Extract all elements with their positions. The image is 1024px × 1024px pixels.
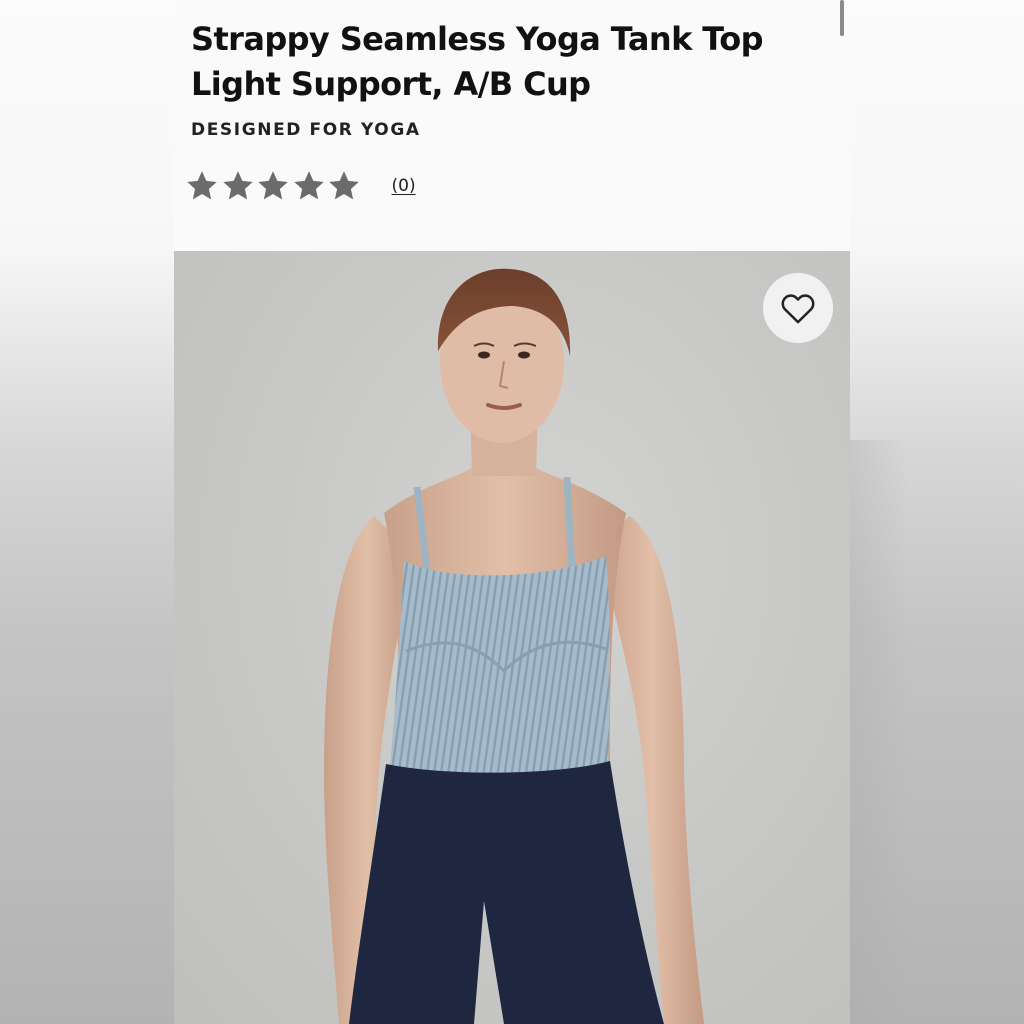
wishlist-button[interactable]: [763, 273, 833, 343]
star-icon: [255, 168, 291, 204]
product-image[interactable]: [174, 251, 850, 1024]
product-title-line-1: Strappy Seamless Yoga Tank Top: [191, 20, 764, 58]
product-title-line-2: Light Support, A/B Cup: [191, 65, 591, 103]
star-icon: [291, 168, 327, 204]
star-rating: [184, 168, 362, 204]
rating-summary[interactable]: (0): [184, 168, 416, 204]
star-icon: [220, 168, 256, 204]
scrollbar-thumb[interactable]: [840, 0, 844, 36]
model-photo: [324, 268, 704, 1024]
product-page: Strappy Seamless Yoga Tank Top Light Sup…: [174, 0, 850, 1024]
star-icon: [184, 168, 220, 204]
heart-outline-icon: [781, 294, 815, 324]
star-icon: [326, 168, 362, 204]
blurred-backdrop-left: [0, 0, 174, 1024]
review-count-link[interactable]: (0): [392, 176, 416, 196]
product-header: Strappy Seamless Yoga Tank Top Light Sup…: [174, 0, 850, 251]
blurred-backdrop-right: [850, 0, 1024, 1024]
designed-for-label: DESIGNED FOR YOGA: [191, 120, 421, 140]
product-title: Strappy Seamless Yoga Tank Top Light Sup…: [191, 17, 831, 107]
